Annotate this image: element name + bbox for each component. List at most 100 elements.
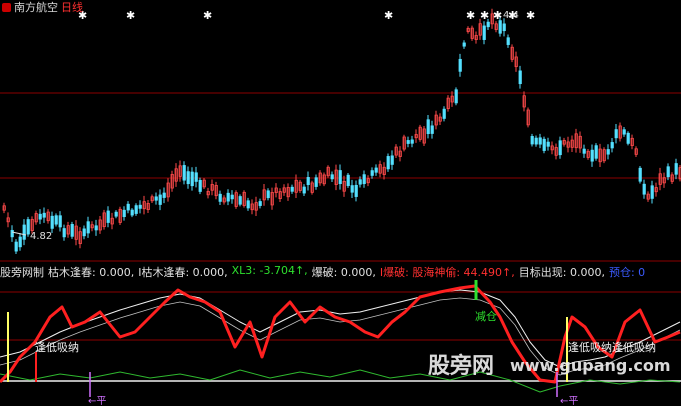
candle [126, 203, 130, 211]
candle [86, 221, 90, 234]
indicator-name: 股旁网制 [0, 266, 44, 279]
candle [302, 186, 306, 194]
low-absorb-label-right1: 逢低吸纳 [568, 341, 612, 354]
signal-star-marker: ✱ [526, 9, 535, 22]
candle [590, 149, 594, 162]
candle [638, 167, 642, 182]
signal-star-marker: ✱ [384, 9, 393, 22]
candle [674, 163, 678, 175]
signal-star-marker: ✱ [466, 9, 475, 22]
candle [22, 224, 26, 240]
candle [138, 204, 142, 209]
candle [502, 23, 506, 32]
candle [246, 200, 250, 209]
candle [642, 183, 646, 195]
candle [606, 149, 610, 155]
candle [162, 192, 166, 198]
candle [558, 140, 562, 156]
candle [390, 155, 394, 165]
candle [158, 194, 162, 205]
readout-item: 目标出现: 0.000, [518, 266, 605, 279]
candle [518, 70, 522, 85]
low-absorb-label-left: 逢低吸纳 [35, 341, 79, 354]
signal-star-marker: ✱ [126, 9, 135, 22]
candle [266, 190, 270, 199]
period-label: 日线 [61, 1, 83, 14]
candle [374, 167, 378, 173]
indicator-lines [0, 280, 681, 397]
candle [622, 129, 626, 135]
candle [218, 193, 222, 202]
candle [482, 25, 486, 40]
candle [498, 20, 502, 34]
candle [18, 236, 22, 248]
readout-item: 预仓: 0 [608, 266, 646, 279]
candle [130, 209, 134, 216]
candlestick-series [2, 8, 681, 255]
candle [198, 179, 202, 192]
candle [314, 177, 318, 187]
signal-star-marker: ✱ [480, 9, 489, 22]
candle [426, 119, 430, 135]
candle [122, 209, 126, 218]
candle [546, 141, 550, 147]
candle [154, 196, 158, 201]
signal-star-marker: ✱ [493, 9, 502, 22]
candle [534, 137, 538, 145]
indicator-chart[interactable]: 减仓 逢低吸纳 逢低吸纳 逢低吸纳 ←平 ←平 [0, 262, 681, 406]
low-price-label: 4.82 [30, 231, 52, 242]
candle [38, 213, 42, 220]
candle [306, 177, 310, 185]
candle [626, 132, 630, 144]
indicator-readout-bar: 股旁网制 枯木逢春: 0.000, I枯木逢春: 0.000, XL3: -3.70… [0, 264, 649, 279]
low-absorb-label-right2: 逢低吸纳 [612, 341, 656, 354]
candle [354, 184, 358, 197]
price-chart[interactable]: ✱ ✱ ✱ ✱ ✱ ✱ ✱ ✱ ✱ 4.82 4.4 [0, 0, 681, 262]
candle [350, 185, 354, 193]
candle [258, 201, 262, 206]
candle [370, 170, 374, 176]
candle [410, 139, 414, 144]
candle [230, 194, 234, 200]
candle [330, 174, 334, 180]
stock-name: 南方航空 [14, 1, 58, 14]
chart-title: 南方航空 日线 [2, 0, 83, 14]
candle [106, 210, 110, 223]
signal-star-marker: ✱ [203, 9, 212, 22]
candle [182, 165, 186, 181]
candle [442, 108, 446, 119]
watermark-url: www.gupang.com [510, 356, 671, 375]
candle [114, 211, 118, 217]
candle [650, 185, 654, 199]
candle [486, 21, 490, 28]
candle [58, 215, 62, 228]
candle [70, 223, 74, 237]
candle [82, 228, 86, 237]
readout-item: I爆破: 股海神偷: 44.490↑, [379, 266, 515, 279]
candle [50, 215, 54, 229]
candle [362, 174, 366, 185]
flat-label-right: ←平 [560, 396, 578, 406]
high-price-label: 4.4 [503, 10, 519, 21]
candle [614, 129, 618, 139]
candle [462, 42, 466, 47]
candle [506, 37, 510, 45]
candle [94, 225, 98, 231]
candle [666, 166, 670, 178]
stock-icon [2, 2, 11, 12]
candle [14, 241, 18, 252]
readout-item: 爆破: 0.000, [311, 266, 376, 279]
candle [62, 228, 66, 238]
candle [430, 125, 434, 134]
signal-markers: ✱ ✱ ✱ ✱ ✱ ✱ ✱ ✱ ✱ [78, 9, 535, 22]
candle [346, 174, 350, 186]
readout-item: XL3: -3.704↑, [231, 264, 308, 277]
candle [290, 186, 294, 192]
candle [190, 171, 194, 187]
candle [10, 229, 14, 238]
candle [42, 212, 46, 218]
candle [134, 205, 138, 214]
candle [386, 156, 390, 170]
candle [54, 215, 58, 225]
candle [542, 138, 546, 151]
